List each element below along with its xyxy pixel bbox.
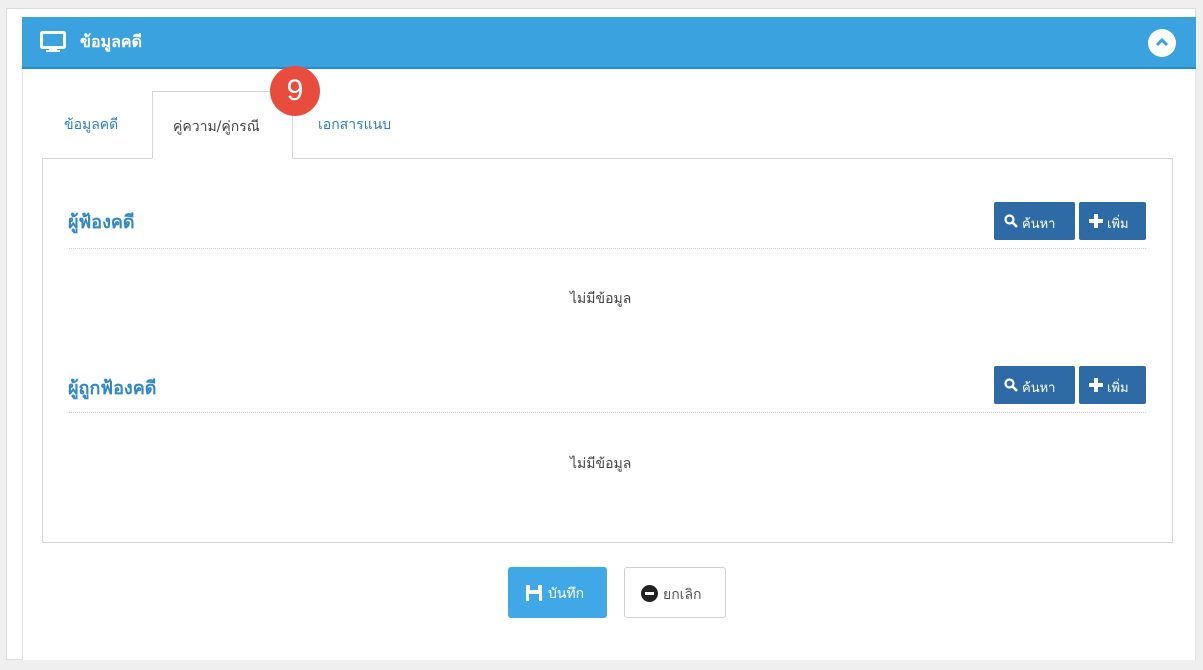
plaintiff-empty-text: ไม่มีข้อมูล — [570, 291, 632, 307]
search-icon — [1004, 214, 1018, 232]
section-divider — [69, 248, 1146, 249]
search-label: ค้นหา — [1022, 381, 1056, 396]
plaintiff-add-button[interactable]: เพิ่ม — [1079, 202, 1146, 240]
add-label: เพิ่ม — [1107, 217, 1129, 232]
tab-attachments[interactable]: เอกสารแนบ — [318, 114, 391, 136]
section-divider — [69, 412, 1146, 413]
defendant-empty-text: ไม่มีข้อมูล — [570, 456, 632, 472]
defendant-search-button[interactable]: ค้นหา — [994, 366, 1075, 404]
plus-icon — [1089, 378, 1103, 396]
plaintiff-search-button[interactable]: ค้นหา — [994, 202, 1075, 240]
plus-icon — [1089, 214, 1103, 232]
save-label: บันทึก — [548, 586, 585, 602]
tab-case-info[interactable]: ข้อมูลคดี — [64, 114, 118, 136]
collapse-button[interactable] — [1148, 29, 1176, 57]
plaintiff-section-title: ผู้ฟ้องคดี — [68, 212, 135, 233]
tab-parties-label: คู่ความ/คู่กรณี — [173, 119, 260, 135]
chevron-up-icon — [1155, 37, 1169, 47]
save-button[interactable]: บันทึก — [508, 567, 607, 618]
panel-title: ข้อมูลคดี — [80, 32, 142, 51]
step-badge: 9 — [270, 66, 320, 116]
search-label: ค้นหา — [1022, 217, 1056, 232]
cancel-button[interactable]: ยกเลิก — [624, 567, 726, 618]
add-label: เพิ่ม — [1107, 381, 1129, 396]
remove-circle-icon — [641, 585, 658, 606]
monitor-icon — [40, 31, 66, 57]
panel-header: ข้อมูลคดี — [22, 17, 1196, 69]
floppy-disk-icon — [526, 585, 542, 605]
defendant-add-button[interactable]: เพิ่ม — [1079, 366, 1146, 404]
defendant-section-title: ผู้ถูกฟ้องคดี — [68, 378, 157, 399]
cancel-label: ยกเลิก — [663, 587, 702, 603]
search-icon — [1004, 378, 1018, 396]
